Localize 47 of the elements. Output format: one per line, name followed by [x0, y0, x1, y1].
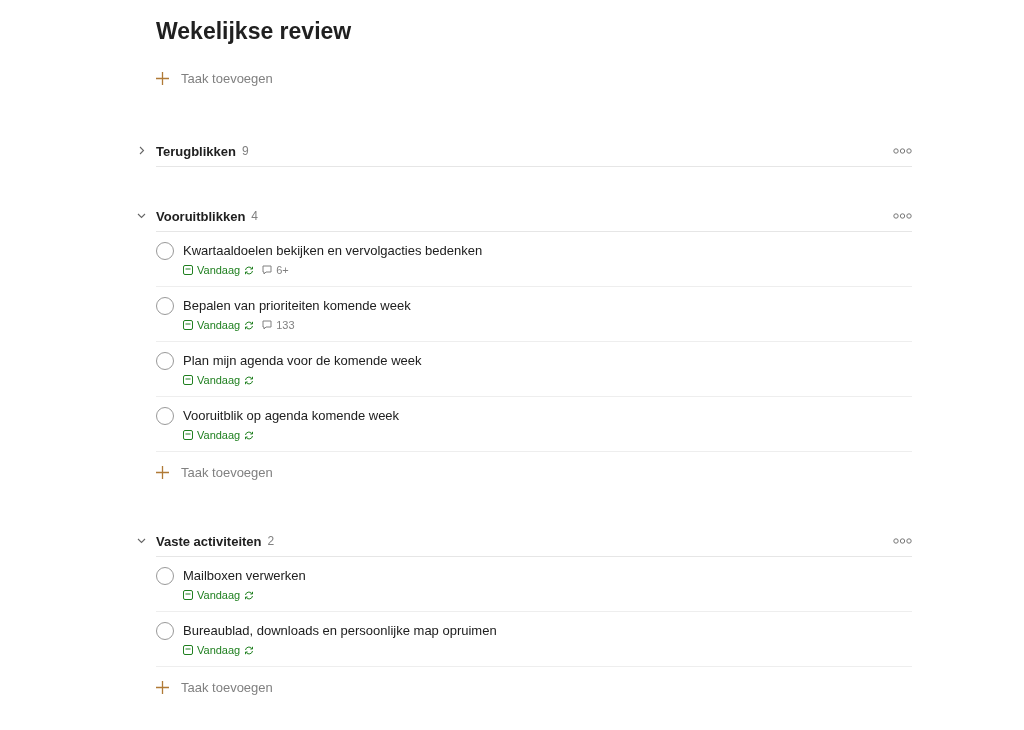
- calendar-icon: [183, 645, 193, 655]
- section-title: Vaste activiteiten: [156, 533, 262, 549]
- chevron-right-icon[interactable]: [137, 146, 146, 155]
- plus-icon: [156, 71, 169, 85]
- add-task-button[interactable]: Taak toevoegen: [156, 452, 912, 492]
- calendar-icon: [183, 320, 193, 330]
- task-title: Bepalen van prioriteiten komende week: [183, 297, 411, 315]
- plus-icon: [156, 465, 169, 479]
- more-icon[interactable]: [893, 538, 912, 544]
- task-title: Kwartaaldoelen bekijken en vervolgacties bedenken: [183, 242, 483, 260]
- calendar-icon: [183, 430, 193, 440]
- page-title: Wekelijkse review: [156, 17, 353, 46]
- chevron-down-icon[interactable]: [137, 536, 146, 545]
- add-task-button[interactable]: Taak toevoegen: [156, 667, 912, 707]
- chevron-down-icon[interactable]: [137, 211, 146, 220]
- task-checkbox[interactable]: [156, 407, 174, 425]
- task-checkbox[interactable]: [156, 622, 174, 640]
- comment-icon: [262, 265, 273, 275]
- due-date: Vandaag: [197, 644, 241, 656]
- section-title: Terugblikken: [156, 143, 236, 159]
- comment-count: 133: [276, 319, 295, 331]
- task-count: 2: [267, 534, 275, 548]
- task-count: 4: [251, 209, 258, 223]
- task-title: Vooruitblik op agenda komende week: [183, 407, 400, 425]
- section-title: Vooruitblikken: [156, 208, 246, 224]
- more-icon[interactable]: [893, 213, 912, 219]
- due-date: Vandaag: [197, 429, 241, 441]
- calendar-icon: [183, 590, 193, 600]
- more-icon[interactable]: [893, 148, 912, 154]
- due-date: Vandaag: [197, 589, 241, 601]
- task-checkbox[interactable]: [156, 242, 174, 260]
- plus-icon: [156, 680, 169, 694]
- task-checkbox[interactable]: [156, 352, 174, 370]
- task-checkbox[interactable]: [156, 297, 174, 315]
- calendar-icon: [183, 265, 193, 275]
- task-count: 9: [241, 144, 249, 158]
- task-checkbox[interactable]: [156, 567, 174, 585]
- add-task-button[interactable]: Taak toevoegen: [156, 58, 912, 98]
- due-date: Vandaag: [197, 319, 241, 331]
- due-date: Vandaag: [197, 264, 241, 276]
- task-title: Mailboxen verwerken: [183, 567, 306, 585]
- due-date: Vandaag: [197, 374, 241, 386]
- calendar-icon: [183, 375, 193, 385]
- task-title: Plan mijn agenda voor de komende week: [183, 352, 422, 370]
- comment-icon: [262, 320, 273, 330]
- comment-count: 6+: [276, 264, 289, 276]
- task-title: Bureaublad, downloads en persoonlijke map opruimen: [183, 622, 497, 640]
